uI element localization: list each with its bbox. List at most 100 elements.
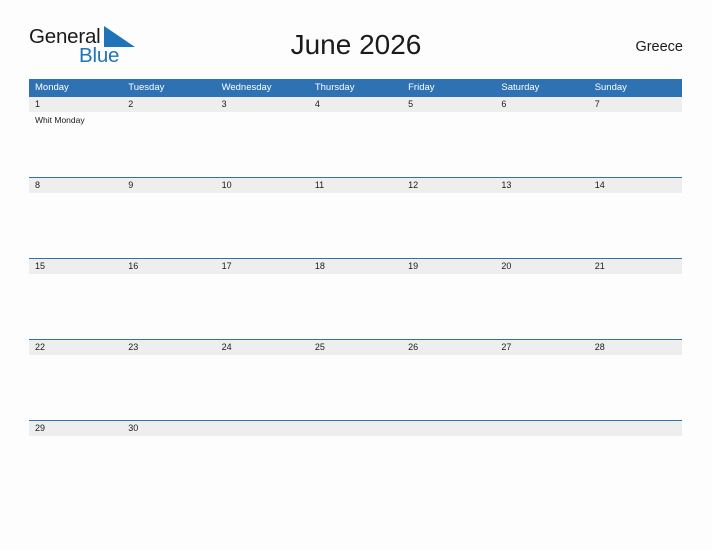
- holiday-event-label: Whit Monday: [35, 115, 85, 125]
- day-cell[interactable]: [495, 274, 588, 339]
- day-of-week-header-saturday: Saturday: [501, 82, 540, 93]
- day-number[interactable]: 25: [309, 340, 402, 355]
- day-cell[interactable]: [309, 436, 402, 466]
- day-number[interactable]: [589, 421, 682, 436]
- day-cell[interactable]: [495, 193, 588, 258]
- day-of-week-header-sunday: Sunday: [594, 82, 627, 93]
- day-cell[interactable]: [216, 193, 309, 258]
- day-cell[interactable]: [29, 274, 122, 339]
- day-cell[interactable]: [495, 436, 588, 466]
- day-cell[interactable]: [402, 193, 495, 258]
- day-number[interactable]: 22: [29, 340, 122, 355]
- week-event-band: [29, 436, 682, 466]
- day-of-week-header-friday: Friday: [408, 82, 435, 93]
- day-number[interactable]: [402, 421, 495, 436]
- day-cell[interactable]: [589, 274, 682, 339]
- day-cell[interactable]: [495, 355, 588, 420]
- week-date-number-band: 22 23 24 25 26 27 28: [29, 340, 682, 355]
- day-cell[interactable]: [402, 355, 495, 420]
- day-cell[interactable]: [309, 355, 402, 420]
- week-date-number-band: 29 30: [29, 421, 682, 436]
- day-number[interactable]: 15: [29, 259, 122, 274]
- day-number[interactable]: 16: [122, 259, 215, 274]
- country-label: Greece: [635, 39, 683, 55]
- day-number[interactable]: 17: [216, 259, 309, 274]
- day-cell[interactable]: [495, 112, 588, 177]
- day-number[interactable]: 5: [402, 97, 495, 112]
- page-title: June 2026: [290, 29, 422, 60]
- day-number[interactable]: 14: [589, 178, 682, 193]
- day-cell[interactable]: Whit Monday: [29, 112, 122, 177]
- week-event-band: [29, 355, 682, 420]
- calendar-page: General Blue June 2026 Greece Monday Tues…: [0, 0, 712, 550]
- day-of-week-header-monday: Monday: [35, 82, 69, 93]
- day-number[interactable]: 7: [589, 97, 682, 112]
- day-number[interactable]: 13: [495, 178, 588, 193]
- page-header: General Blue June 2026 Greece: [29, 26, 683, 70]
- day-number[interactable]: 24: [216, 340, 309, 355]
- day-number[interactable]: 10: [216, 178, 309, 193]
- day-cell[interactable]: [122, 193, 215, 258]
- day-number[interactable]: 11: [309, 178, 402, 193]
- calendar-week-row: 8 9 10 11 12 13 14: [29, 177, 682, 258]
- day-of-week-header-row: Monday Tuesday Wednesday Thursday Friday Satu…: [29, 79, 682, 97]
- day-cell[interactable]: [122, 436, 215, 466]
- calendar-week-row: 29 30: [29, 420, 682, 466]
- day-number[interactable]: [495, 421, 588, 436]
- day-cell[interactable]: [402, 112, 495, 177]
- week-date-number-band: 8 9 10 11 12 13 14: [29, 178, 682, 193]
- day-of-week-header-tuesday: Tuesday: [128, 82, 165, 93]
- day-number[interactable]: 29: [29, 421, 122, 436]
- day-cell[interactable]: [309, 112, 402, 177]
- day-number[interactable]: 21: [589, 259, 682, 274]
- day-number[interactable]: 23: [122, 340, 215, 355]
- day-number[interactable]: 2: [122, 97, 215, 112]
- week-date-number-band: 1234567: [29, 97, 682, 112]
- day-number[interactable]: [216, 421, 309, 436]
- day-number[interactable]: 12: [402, 178, 495, 193]
- day-number[interactable]: 9: [122, 178, 215, 193]
- week-event-band: [29, 193, 682, 258]
- calendar-week-row: 22 23 24 25 26 27 28: [29, 339, 682, 420]
- day-number[interactable]: 19: [402, 259, 495, 274]
- calendar-weeks: 1 2 3 4 5 6 7 Whit Monday 8 9 10 11 12 13 14 15 16 17 18 19…: [29, 97, 682, 466]
- day-cell[interactable]: [122, 355, 215, 420]
- day-cell[interactable]: [589, 436, 682, 466]
- calendar-week-row: 15 16 17 18 19 20 21: [29, 258, 682, 339]
- week-event-band: Whit Monday: [29, 112, 682, 177]
- day-cell[interactable]: [309, 274, 402, 339]
- day-number[interactable]: 26: [402, 340, 495, 355]
- day-cell[interactable]: [402, 436, 495, 466]
- day-number[interactable]: 30: [122, 421, 215, 436]
- day-cell[interactable]: [122, 112, 215, 177]
- day-cell[interactable]: [122, 274, 215, 339]
- day-number[interactable]: 8: [29, 178, 122, 193]
- day-number[interactable]: 3: [216, 97, 309, 112]
- day-number[interactable]: 28: [589, 340, 682, 355]
- day-number[interactable]: 6: [495, 97, 588, 112]
- day-number[interactable]: 4: [309, 97, 402, 112]
- day-number[interactable]: 1: [29, 97, 122, 112]
- week-date-number-band: 15 16 17 18 19 20 21: [29, 259, 682, 274]
- week-event-band: [29, 274, 682, 339]
- day-cell[interactable]: [29, 193, 122, 258]
- calendar-week-row: 1 2 3 4 5 6 7 Whit Monday: [29, 97, 682, 177]
- day-cell[interactable]: [589, 193, 682, 258]
- day-number[interactable]: [309, 421, 402, 436]
- day-cell[interactable]: [216, 112, 309, 177]
- day-cell[interactable]: [589, 112, 682, 177]
- day-cell[interactable]: [589, 355, 682, 420]
- day-cell[interactable]: [402, 274, 495, 339]
- calendar-grid: Monday Tuesday Wednesday Thursday Friday Satu…: [29, 79, 682, 466]
- day-cell[interactable]: [216, 274, 309, 339]
- day-number[interactable]: 27: [495, 340, 588, 355]
- day-cell[interactable]: [216, 355, 309, 420]
- day-number[interactable]: 20: [495, 259, 588, 274]
- day-cell[interactable]: [29, 436, 122, 466]
- day-number[interactable]: 18: [309, 259, 402, 274]
- day-cell[interactable]: [29, 355, 122, 420]
- day-cell[interactable]: [309, 193, 402, 258]
- day-of-week-header-wednesday: Wednesday: [221, 82, 272, 93]
- day-cell[interactable]: [216, 436, 309, 466]
- day-of-week-header-thursday: Thursday: [314, 82, 355, 93]
